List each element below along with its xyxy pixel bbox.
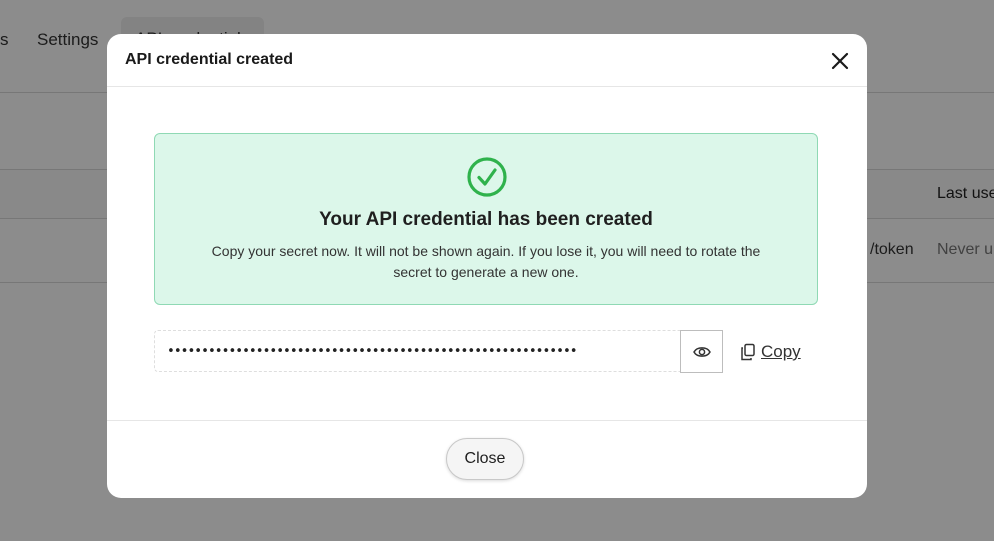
copy-label: Copy <box>761 342 801 361</box>
dialog-footer: Close <box>107 420 867 498</box>
eye-icon <box>693 344 711 360</box>
dialog-title: API credential created <box>125 51 294 68</box>
copy-button[interactable]: Copy <box>740 340 801 364</box>
secret-input[interactable]: ••••••••••••••••••••••••••••••••••••••••… <box>154 330 681 372</box>
close-button[interactable]: Close <box>446 438 524 480</box>
credential-created-dialog: API credential created Your API credenti… <box>107 34 867 498</box>
success-message: Copy your secret now. It will not be sho… <box>211 243 761 280</box>
toggle-visibility-button[interactable] <box>680 330 723 373</box>
dialog-header: API credential created <box>107 34 867 87</box>
check-circle-icon <box>466 156 508 198</box>
success-title: Your API credential has been created <box>319 209 653 230</box>
copy-icon <box>740 343 756 361</box>
success-banner: Your API credential has been created Cop… <box>154 133 818 305</box>
close-icon[interactable] <box>829 50 851 72</box>
